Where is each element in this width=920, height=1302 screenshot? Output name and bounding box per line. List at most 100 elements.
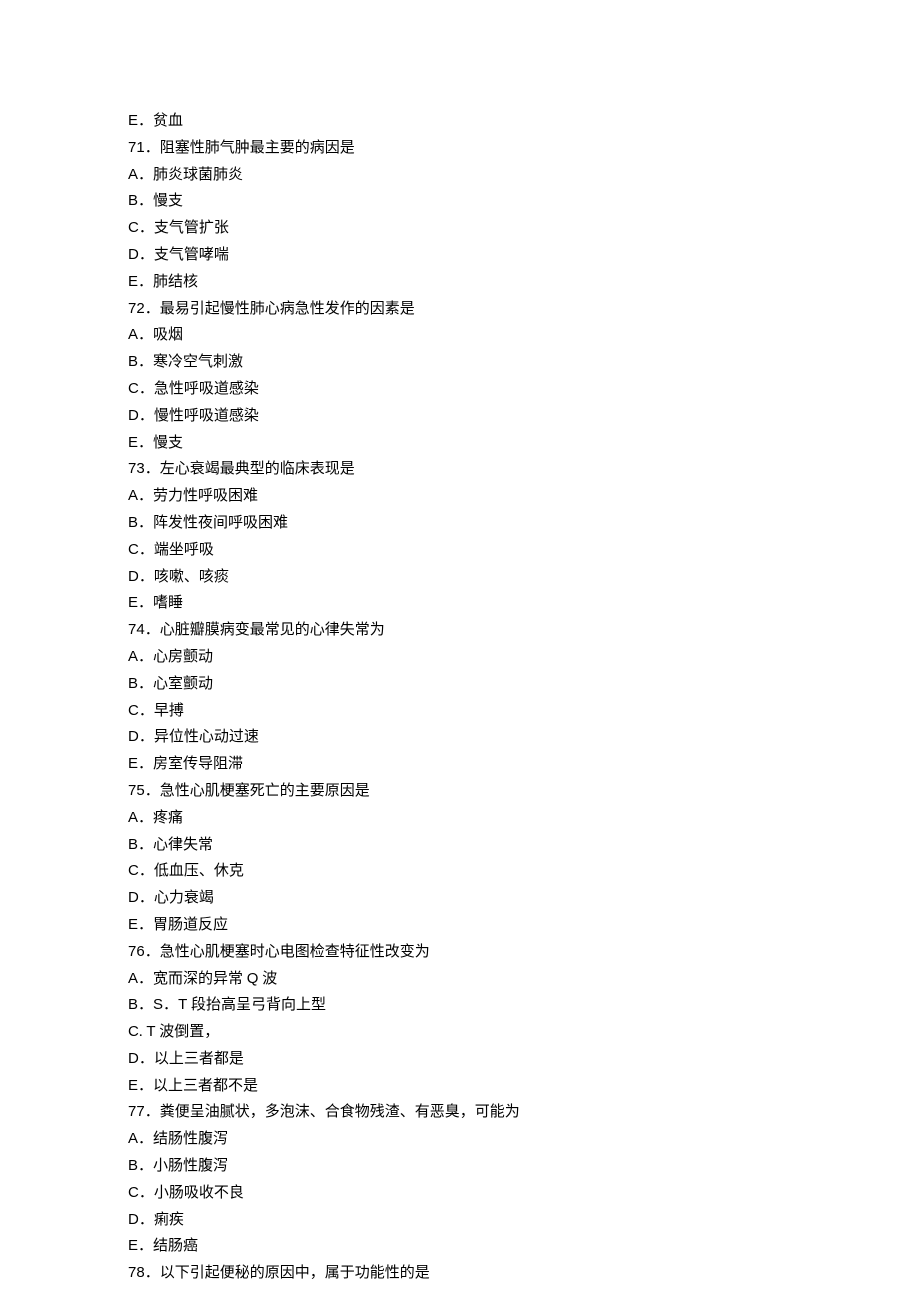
text-run: 波 [258,971,277,987]
separator: ． [138,810,153,826]
option-letter: B [128,514,138,531]
line-text: 粪便呈油腻状，多泡沫、合食物残渣、有恶臭，可能为 [160,1104,520,1120]
separator: ． [138,113,153,129]
line-text: 肺炎球菌肺炎 [153,167,243,183]
text-line: A．吸烟 [128,322,920,349]
line-text: 房室传导阻滞 [153,756,243,772]
option-letter: 77 [128,1103,145,1120]
text-run: Q [247,970,259,987]
line-text: 疼痛 [153,810,183,826]
option-letter: C [128,219,139,236]
option-letter: B [128,836,138,853]
text-line: E．嗜睡 [128,590,920,617]
line-text: 寒冷空气刺激 [153,354,243,370]
text-line: B．慢支 [128,188,920,215]
line-text: 心力衰竭 [154,890,214,906]
separator: ． [139,542,154,558]
text-line: 77．粪便呈油腻状，多泡沫、合食物残渣、有恶臭，可能为 [128,1099,920,1126]
text-line: D．慢性呼吸道感染 [128,403,920,430]
line-text: 以上三者都是 [154,1051,244,1067]
separator: ． [145,944,160,960]
separator: ． [139,408,154,424]
separator: ． [139,703,154,719]
text-line: C. T 波倒置， [128,1019,920,1046]
separator: ． [139,1212,154,1228]
option-letter: E [128,112,138,129]
separator: ． [138,354,153,370]
option-letter: D [128,728,139,745]
line-text: 阻塞性肺气肿最主要的病因是 [160,140,355,156]
separator: ． [145,1104,160,1120]
option-letter: B [128,353,138,370]
option-letter: E [128,755,138,772]
line-text: 心脏瓣膜病变最常见的心律失常为 [160,622,385,638]
option-letter: C [128,862,139,879]
option-letter: A [128,1130,138,1147]
option-letter: 71 [128,139,145,156]
line-text: 慢支 [153,435,183,451]
separator: ． [145,622,160,638]
separator: ． [138,274,153,290]
option-letter: A [128,487,138,504]
text-line: B．S．T 段抬高呈弓背向上型 [128,992,920,1019]
text-line: D．以上三者都是 [128,1046,920,1073]
separator: ． [138,1078,153,1094]
line-text: 阵发性夜间呼吸困难 [153,515,288,531]
text-line: A．结肠性腹泻 [128,1126,920,1153]
separator: ． [138,917,153,933]
text-run: S [153,996,163,1013]
option-letter: B [128,192,138,209]
text-line: B．心室颤动 [128,671,920,698]
text-line: B．心律失常 [128,832,920,859]
option-letter: 76 [128,943,145,960]
line-text: 嗜睡 [153,595,183,611]
line-text: 早搏 [154,703,184,719]
text-run: 波倒置， [156,1024,220,1040]
separator: ． [139,890,154,906]
option-letter: C [128,541,139,558]
line-text: 左心衰竭最典型的临床表现是 [160,461,355,477]
separator: ． [145,140,160,156]
separator: ． [139,1051,154,1067]
text-line: D．支气管哮喘 [128,242,920,269]
separator: ． [138,649,153,665]
text-line: C．小肠吸收不良 [128,1180,920,1207]
text-line: 73．左心衰竭最典型的临床表现是 [128,456,920,483]
option-letter: B [128,996,138,1013]
text-line: 74．心脏瓣膜病变最常见的心律失常为 [128,617,920,644]
text-line: E．贫血 [128,108,920,135]
line-text: 心房颤动 [153,649,213,665]
text-line: C．端坐呼吸 [128,537,920,564]
option-letter: D [128,407,139,424]
text-line: B．寒冷空气刺激 [128,349,920,376]
option-letter: A [128,809,138,826]
option-letter: E [128,1077,138,1094]
option-letter: C [128,1023,139,1040]
line-text: 急性呼吸道感染 [154,381,259,397]
line-text: 心室颤动 [153,676,213,692]
option-letter: D [128,889,139,906]
separator: ． [138,997,153,1013]
text-line: A．肺炎球菌肺炎 [128,162,920,189]
line-text: 端坐呼吸 [154,542,214,558]
line-text: 结肠癌 [153,1238,198,1254]
option-letter: D [128,246,139,263]
text-line: 71．阻塞性肺气肿最主要的病因是 [128,135,920,162]
question-list: E．贫血71．阻塞性肺气肿最主要的病因是A．肺炎球菌肺炎B．慢支C．支气管扩张D… [128,108,920,1287]
separator: ． [138,971,153,987]
option-letter: 75 [128,782,145,799]
text-line: A．劳力性呼吸困难 [128,483,920,510]
option-letter: A [128,970,138,987]
separator: ． [138,1238,153,1254]
text-line: E．以上三者都不是 [128,1073,920,1100]
text-line: D．异位性心动过速 [128,724,920,751]
line-text: 异位性心动过速 [154,729,259,745]
option-letter: C [128,1184,139,1201]
option-letter: E [128,594,138,611]
option-letter: 72 [128,300,145,317]
text-line: C．低血压、休克 [128,858,920,885]
option-letter: 78 [128,1264,145,1281]
option-letter: B [128,1157,138,1174]
separator: ． [139,247,154,263]
text-line: A．心房颤动 [128,644,920,671]
